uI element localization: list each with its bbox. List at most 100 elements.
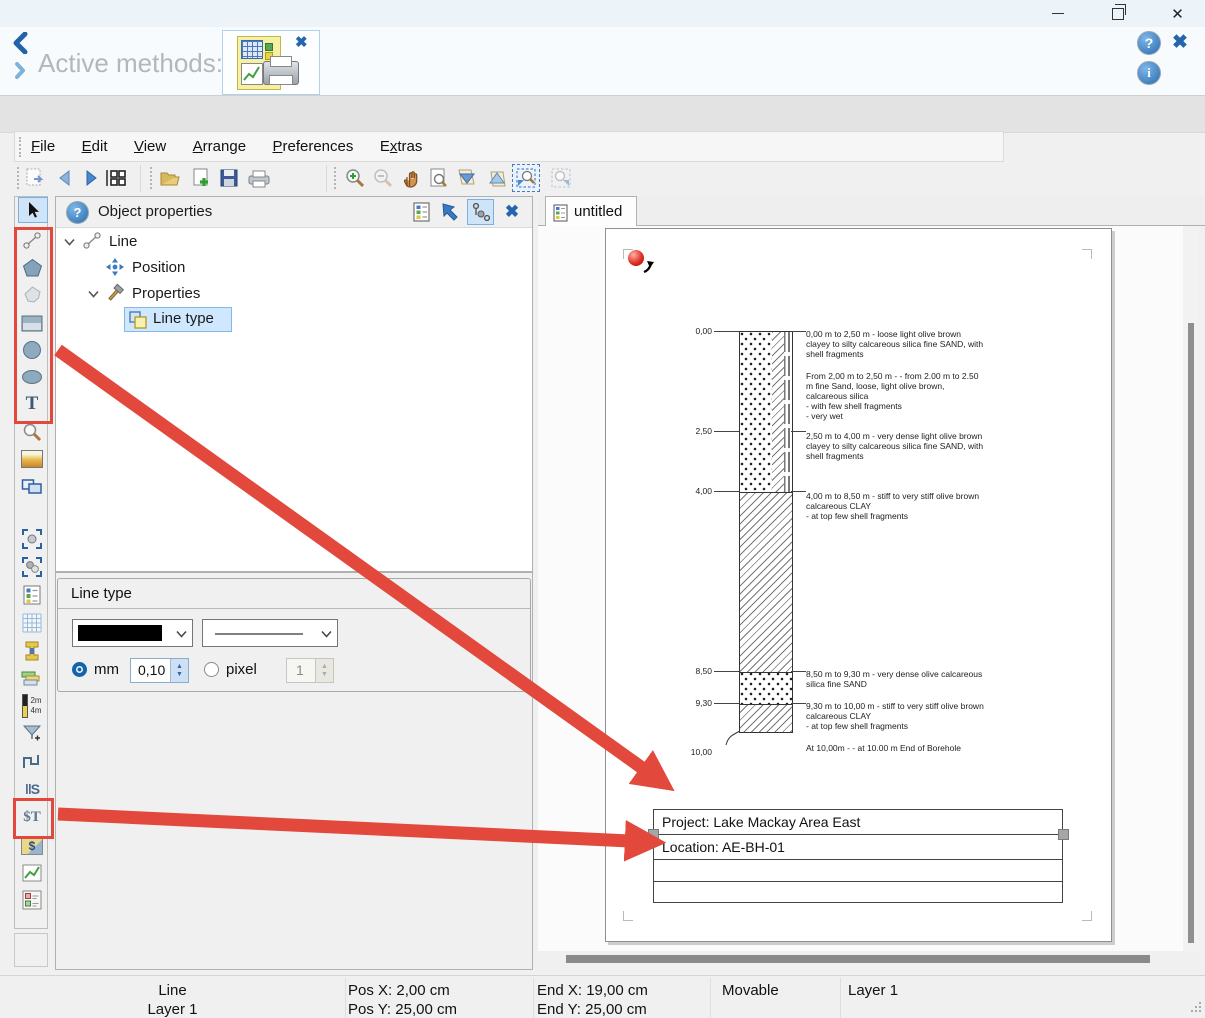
title-block-row-4[interactable] <box>654 882 1062 904</box>
pixel-width-spinner[interactable]: 1 ▲ ▼ <box>286 658 334 683</box>
status-object-type: Line <box>0 982 345 999</box>
pixel-spinner-buttons: ▲ ▼ <box>315 659 333 682</box>
toolbar-grip-2[interactable] <box>150 167 155 189</box>
horizontal-scrollbar-thumb[interactable] <box>566 955 1150 963</box>
step-graph-tool[interactable] <box>18 749 46 773</box>
layer-desc-5: 9,30 m to 10,00 m - stiff to very stiff … <box>806 701 984 731</box>
drawing-viewport[interactable]: 0,00 2,50 4,00 8,50 9,30 10,00 0,00 m to… <box>538 226 1183 951</box>
properties-list-button[interactable] <box>409 201 433 223</box>
info-icon[interactable]: i <box>1137 61 1161 85</box>
tab-label: untitled <box>574 203 622 220</box>
select-object-tool[interactable] <box>18 527 46 551</box>
mm-radio[interactable] <box>72 662 87 677</box>
help-icon[interactable]: ? <box>1137 31 1161 55</box>
menu-file[interactable]: File <box>31 138 55 155</box>
line-style-dropdown[interactable] <box>202 619 338 647</box>
menu-extras[interactable]: Extras <box>380 138 423 155</box>
title-block-row-project[interactable]: Project: Lake Mackay Area East <box>654 810 1062 835</box>
tile-windows-button[interactable] <box>102 165 128 191</box>
save-button[interactable] <box>216 165 242 191</box>
selection-handle-right[interactable] <box>1058 829 1069 840</box>
selection-handle-left[interactable] <box>648 829 659 840</box>
page-down-button[interactable] <box>454 165 480 191</box>
pick-object-button[interactable] <box>439 201 463 223</box>
tree-line-type-highlight[interactable]: Line type <box>124 307 232 332</box>
frames-tool[interactable] <box>18 474 46 498</box>
new-window-button[interactable] <box>22 165 48 191</box>
groundwater-tool[interactable] <box>18 721 46 745</box>
tool-palette-footer <box>14 933 48 967</box>
method-close-icon[interactable]: ✖ <box>295 33 308 51</box>
vertical-scrollbar-thumb[interactable] <box>1188 323 1194 943</box>
print-button[interactable] <box>246 165 272 191</box>
forward-chevron-icon[interactable] <box>12 60 28 80</box>
menu-arrange[interactable]: Arrange <box>193 138 246 155</box>
ribbon-band <box>0 95 1205 133</box>
pixel-radio-label: pixel <box>226 661 257 678</box>
chart-tool[interactable] <box>18 861 46 885</box>
minimize-button[interactable] <box>1030 0 1085 27</box>
pixel-radio[interactable] <box>204 662 219 677</box>
corner-mark-tr <box>1082 249 1092 259</box>
legend-tool[interactable] <box>18 583 46 607</box>
new-file-button[interactable] <box>188 165 214 191</box>
title-block-row-location[interactable]: Location: AE-BH-01 <box>654 835 1062 860</box>
panel-help-icon[interactable]: ? <box>66 201 89 224</box>
title-block-table[interactable]: Project: Lake Mackay Area East Location:… <box>653 809 1063 903</box>
borehole-column[interactable] <box>739 331 793 733</box>
close-button[interactable]: ✕ <box>1150 0 1205 27</box>
tree-line-chevron[interactable] <box>62 235 76 249</box>
resize-grip[interactable] <box>1190 1000 1202 1018</box>
line-style-chevron-icon <box>319 629 333 639</box>
forward-button[interactable] <box>78 165 104 191</box>
layer-desc-4: 8,50 m to 9,30 m - very dense olive calc… <box>806 669 984 689</box>
menu-preferences[interactable]: Preferences <box>272 138 353 155</box>
line-color-dropdown[interactable] <box>72 619 193 647</box>
mm-spinner-buttons[interactable]: ▲ ▼ <box>170 659 188 682</box>
tree-properties-chevron[interactable] <box>86 287 100 301</box>
zoom-select-button[interactable] <box>512 164 540 192</box>
menubar-grip[interactable] <box>19 137 24 157</box>
page[interactable]: 0,00 2,50 4,00 8,50 9,30 10,00 0,00 m to… <box>605 228 1112 942</box>
panel-close-button[interactable]: ✖ <box>500 201 524 223</box>
horizontal-scrollbar[interactable] <box>538 951 1205 966</box>
toolbar-grip-3[interactable] <box>334 167 339 189</box>
title-block-row-3[interactable] <box>654 860 1062 882</box>
tree-node-position[interactable]: Position <box>132 259 185 276</box>
scale-4m-label: 4m <box>30 706 41 715</box>
zoom-select-alt-button[interactable] <box>548 165 574 191</box>
tab-untitled[interactable]: untitled <box>545 196 637 226</box>
tree-node-properties[interactable]: Properties <box>132 285 200 302</box>
menu-edit[interactable]: Edit <box>82 138 108 155</box>
page-up-button[interactable] <box>484 165 510 191</box>
pan-hand-button[interactable] <box>398 165 424 191</box>
depth-label-2: 4,00 <box>674 486 712 496</box>
back-chevron-icon[interactable] <box>10 31 30 55</box>
select-objects-tool[interactable] <box>18 555 46 579</box>
object-tree-button[interactable] <box>467 199 494 225</box>
annotation-box-text-table-tool <box>13 798 54 839</box>
zoom-in-button[interactable] <box>342 165 368 191</box>
mm-width-value: 0,10 <box>138 662 165 678</box>
grid-tool[interactable] <box>18 611 46 635</box>
layout-tool[interactable] <box>18 888 46 912</box>
menu-view[interactable]: View <box>134 138 166 155</box>
zoom-page-button[interactable] <box>426 165 452 191</box>
active-method-box[interactable]: ✖ <box>222 30 320 95</box>
currency-glyph: $ <box>29 839 36 853</box>
clamp-tool[interactable] <box>18 639 46 663</box>
layers-tool[interactable] <box>18 666 46 690</box>
tree-node-line-type: Line type <box>153 310 214 327</box>
vertical-scrollbar[interactable] <box>1183 226 1199 951</box>
mm-width-spinner[interactable]: 0,10 ▲ ▼ <box>130 658 189 683</box>
back-button[interactable] <box>52 165 78 191</box>
section-glyph: ‖S <box>25 781 39 797</box>
select-tool[interactable] <box>18 197 48 223</box>
header-close-icon[interactable]: ✖ <box>1172 31 1188 54</box>
tree-node-line[interactable]: Line <box>109 233 137 250</box>
depth-scale-tool[interactable]: 2m 4m <box>18 692 46 720</box>
image-tool[interactable] <box>18 447 46 471</box>
zoom-out-button[interactable] <box>370 165 396 191</box>
open-file-button[interactable] <box>158 165 184 191</box>
restore-button[interactable] <box>1090 0 1145 27</box>
